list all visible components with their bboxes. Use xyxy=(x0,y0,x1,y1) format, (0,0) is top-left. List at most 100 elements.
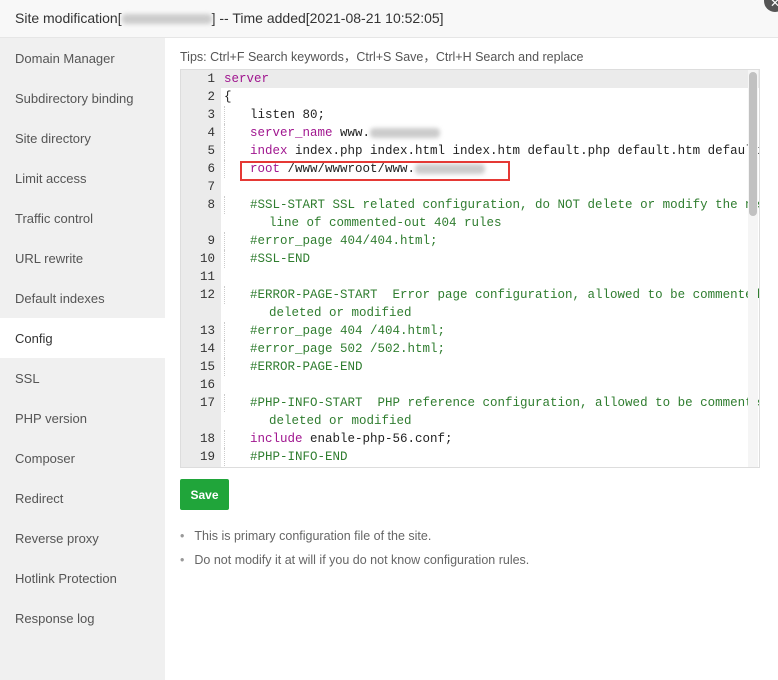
sidebar-item-default-indexes[interactable]: Default indexes xyxy=(0,278,165,318)
sidebar-item-url-rewrite[interactable]: URL rewrite xyxy=(0,238,165,278)
sidebar-item-response-log[interactable]: Response log xyxy=(0,598,165,638)
note-item: Do not modify it at will if you do not k… xyxy=(180,551,529,575)
comment-token: #error_page 404/404.html; xyxy=(250,234,438,248)
sidebar-item-config[interactable]: Config xyxy=(0,318,165,358)
sidebar-item-site-directory[interactable]: Site directory xyxy=(0,118,165,158)
code-line: deleted or modified xyxy=(181,304,759,322)
indent-guide xyxy=(224,124,250,142)
sidebar-item-domain-manager[interactable]: Domain Manager xyxy=(0,38,165,78)
scrollbar-thumb[interactable] xyxy=(749,72,757,216)
line-number: 12 xyxy=(199,288,215,302)
keyword-token: index xyxy=(250,144,288,158)
comment-token: line of commented-out 404 rules xyxy=(224,216,502,230)
indent-guide xyxy=(224,250,250,268)
comment-token: #SSL-END xyxy=(250,252,311,266)
comment-token: #error_page 404 /404.html; xyxy=(250,324,446,338)
sidebar-item-traffic-control[interactable]: Traffic control xyxy=(0,198,165,238)
code-text: #SSL-END xyxy=(215,250,310,268)
line-number: 2 xyxy=(207,90,215,104)
sidebar-item-subdirectory-binding[interactable]: Subdirectory binding xyxy=(0,78,165,118)
dialog-title-suffix: ] -- Time added[2021-08-21 10:52:05] xyxy=(211,10,444,26)
code-line: 13 #error_page 404 /404.html; xyxy=(181,322,759,340)
save-button[interactable]: Save xyxy=(180,479,229,510)
line-number: 5 xyxy=(207,144,215,158)
line-number: 1 xyxy=(207,72,215,86)
indent-guide xyxy=(224,430,250,448)
sidebar-item-ssl[interactable]: SSL xyxy=(0,358,165,398)
keyword-token: server xyxy=(224,72,270,86)
dialog-title-prefix: Site modification[ xyxy=(15,10,122,26)
keyword-token: include xyxy=(250,432,303,446)
indent-guide xyxy=(224,358,250,376)
indent-guide xyxy=(224,340,250,358)
code-text: deleted or modified xyxy=(215,412,412,430)
indent-guide xyxy=(224,232,250,250)
comment-token: #ERROR-PAGE-START Error page configurati… xyxy=(250,288,760,302)
code-token: www. xyxy=(332,126,371,140)
indent-guide xyxy=(224,394,250,412)
indent-guide xyxy=(224,322,250,340)
line-number: 18 xyxy=(199,432,215,446)
line-number: 10 xyxy=(199,252,215,266)
redacted-domain xyxy=(121,14,212,25)
editor-scrollbar[interactable] xyxy=(748,70,758,467)
tips-text: Tips: Ctrl+F Search keywords，Ctrl+S Save… xyxy=(180,50,584,64)
code-line: 9 #error_page 404/404.html; xyxy=(181,232,759,250)
line-number: 15 xyxy=(199,360,215,374)
code-text: #error_page 404/404.html; xyxy=(215,232,438,250)
sidebar: Domain Manager Subdirectory binding Site d… xyxy=(0,38,165,680)
code-token: listen 80; xyxy=(250,108,326,122)
keyword-token: server_name xyxy=(250,126,333,140)
code-line: 15 #ERROR-PAGE-END xyxy=(181,358,759,376)
comment-token: #PHP-INFO-START PHP reference configurat… xyxy=(250,396,760,410)
line-number xyxy=(181,214,215,232)
code-line: 14 #error_page 502 /502.html; xyxy=(181,340,759,358)
line-number: 4 xyxy=(207,126,215,140)
redacted-domain xyxy=(370,127,441,138)
line-number: 17 xyxy=(199,396,215,410)
sidebar-item-limit-access[interactable]: Limit access xyxy=(0,158,165,198)
sidebar-item-redirect[interactable]: Redirect xyxy=(0,478,165,518)
sidebar-item-composer[interactable]: Composer xyxy=(0,438,165,478)
code-line: 3 listen 80; xyxy=(181,106,759,124)
code-text: #PHP-INFO-START PHP reference configurat… xyxy=(215,394,760,412)
line-number: 6 xyxy=(207,162,215,176)
highlight-box xyxy=(240,161,510,181)
sidebar-item-hotlink-protection[interactable]: Hotlink Protection xyxy=(0,558,165,598)
code-token: index.php index.html index.htm default.p… xyxy=(287,144,760,158)
code-line: 11 xyxy=(181,268,759,286)
code-text: #ERROR-PAGE-END xyxy=(215,358,363,376)
indent-guide xyxy=(224,142,250,160)
close-icon[interactable]: ✕ xyxy=(764,0,778,12)
indent-guide xyxy=(224,196,250,214)
code-line: 2{ xyxy=(181,88,759,106)
indent-guide xyxy=(224,286,250,304)
code-text: server xyxy=(215,70,269,88)
line-number: 8 xyxy=(207,198,215,212)
code-text: #error_page 404 /404.html; xyxy=(215,322,445,340)
code-line: 10 #SSL-END xyxy=(181,250,759,268)
line-number: 11 xyxy=(199,270,215,284)
code-editor[interactable]: 1 server 2{3 listen 80; 4 server_name www. 5 in… xyxy=(180,69,760,468)
line-number: 7 xyxy=(207,180,215,194)
line-number: 16 xyxy=(199,378,215,392)
code-text: include enable-php-56.conf; xyxy=(215,430,453,448)
line-number xyxy=(181,412,215,430)
comment-token: deleted or modified xyxy=(224,306,412,320)
comment-token: #PHP-INFO-END xyxy=(250,450,348,464)
dialog-header: Site modification[ ] -- Time added[2021-0… xyxy=(0,0,778,38)
sidebar-item-reverse-proxy[interactable]: Reverse proxy xyxy=(0,518,165,558)
code-text: server_name www. xyxy=(215,124,441,142)
code-line: deleted or modified xyxy=(181,412,759,430)
line-number: 13 xyxy=(199,324,215,338)
code-text: #SSL-START SSL related configuration, do… xyxy=(215,196,760,214)
comment-token: #SSL-START SSL related configuration, do… xyxy=(250,198,760,212)
code-line: line of commented-out 404 rules xyxy=(181,214,759,232)
line-number: 9 xyxy=(207,234,215,248)
indent-guide xyxy=(224,106,250,124)
code-token: { xyxy=(224,90,232,104)
sidebar-item-php-version[interactable]: PHP version xyxy=(0,398,165,438)
code-text: #ERROR-PAGE-START Error page configurati… xyxy=(215,286,760,304)
